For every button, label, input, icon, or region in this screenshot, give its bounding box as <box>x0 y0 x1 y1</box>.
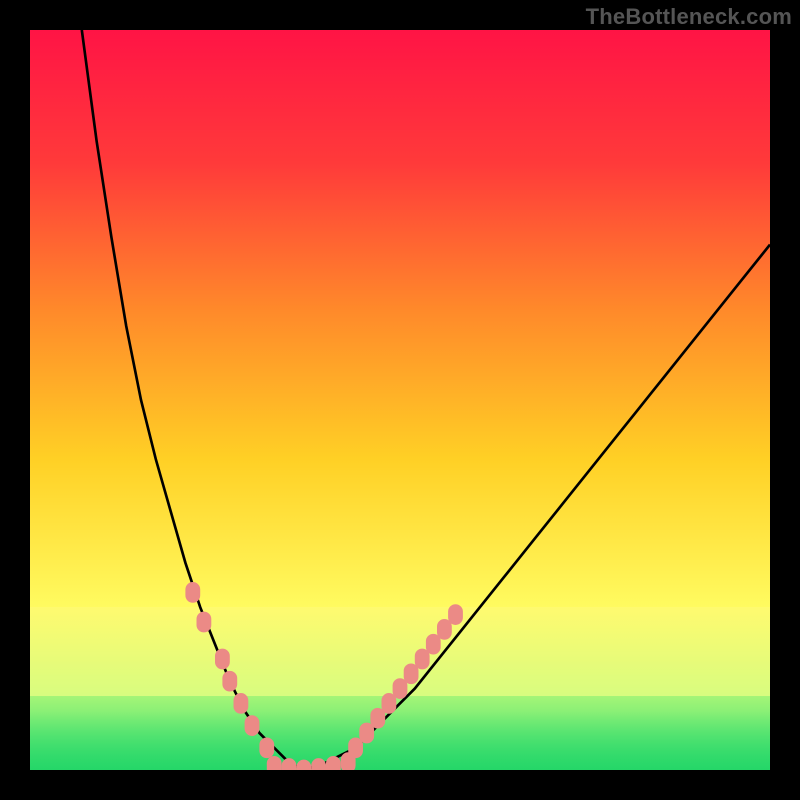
marker-point <box>393 678 408 699</box>
watermark-label: TheBottleneck.com <box>586 4 792 30</box>
marker-point <box>437 619 452 640</box>
marker-point <box>311 758 326 770</box>
curve-layer <box>30 30 770 770</box>
marker-point <box>415 649 430 670</box>
marker-point <box>234 693 249 714</box>
marker-point <box>382 693 397 714</box>
marker-point <box>222 671 237 692</box>
marker-point <box>197 612 212 633</box>
marker-cluster-right <box>348 604 463 758</box>
plot-area <box>30 30 770 770</box>
marker-point <box>359 723 374 744</box>
marker-point <box>259 737 274 758</box>
marker-cluster-left <box>185 582 274 758</box>
marker-point <box>370 708 385 729</box>
marker-point <box>185 582 200 603</box>
marker-point <box>348 737 363 758</box>
chart-stage: TheBottleneck.com <box>0 0 800 800</box>
marker-point <box>326 756 341 770</box>
marker-point <box>404 663 419 684</box>
marker-point <box>448 604 463 625</box>
bottleneck-curve-left <box>82 30 304 770</box>
bottleneck-curve-right <box>304 245 770 770</box>
marker-point <box>426 634 441 655</box>
marker-point <box>282 758 297 770</box>
marker-point <box>215 649 230 670</box>
marker-point <box>245 715 260 736</box>
marker-point <box>267 756 282 770</box>
marker-point <box>296 760 311 770</box>
